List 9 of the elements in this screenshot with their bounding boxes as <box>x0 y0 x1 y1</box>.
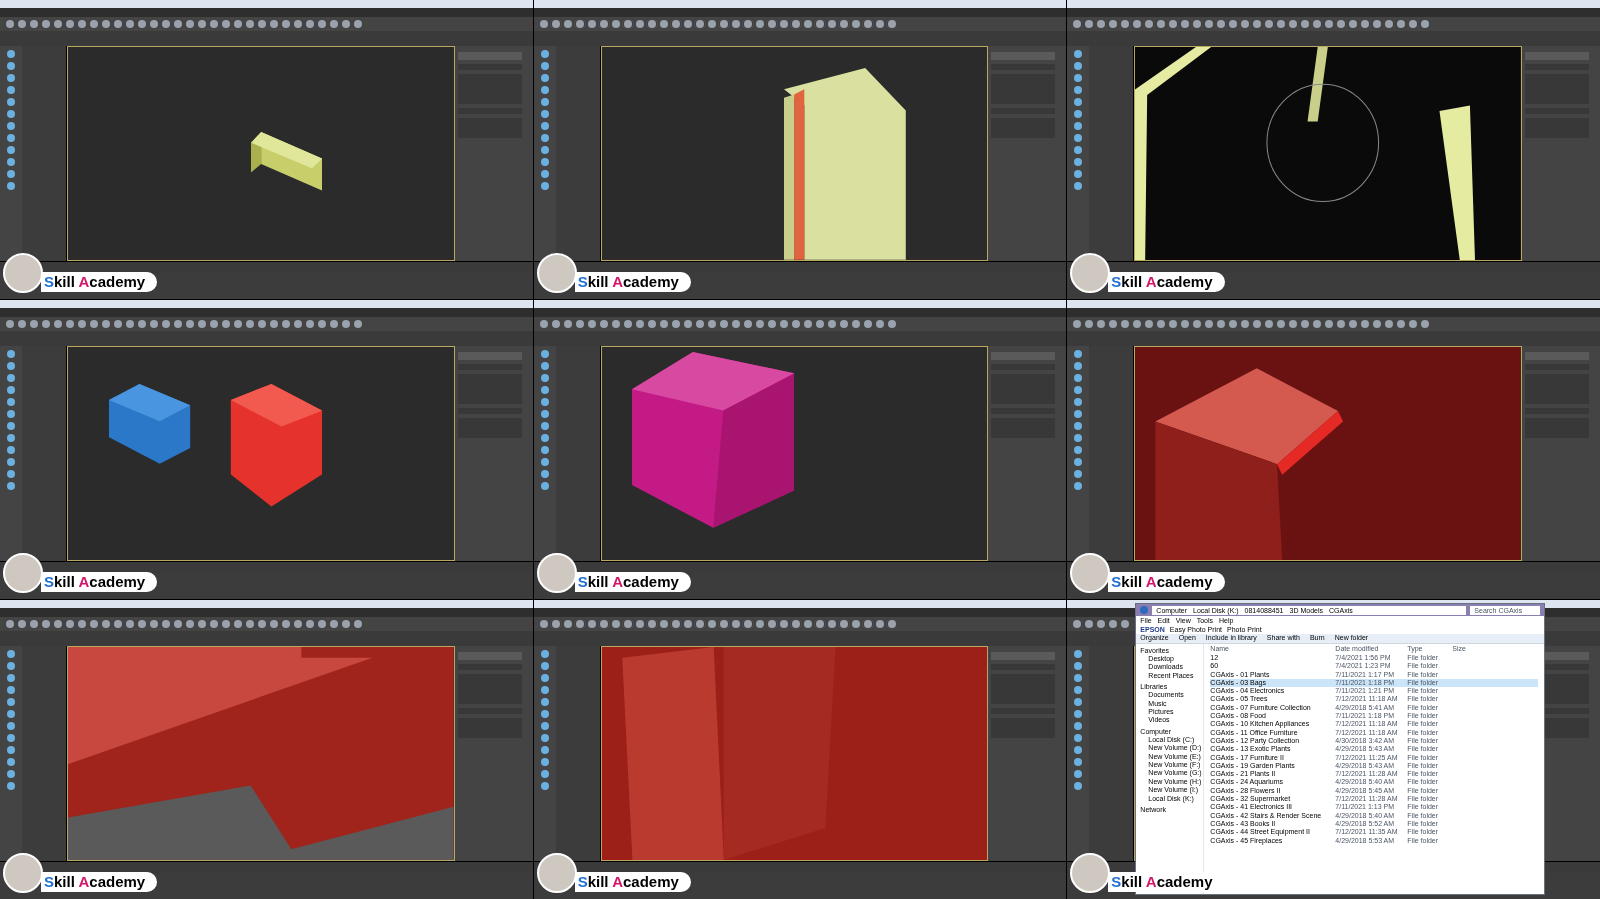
logo-text: Skill Academy <box>1108 572 1225 592</box>
logo-text: Skill Academy <box>41 572 158 592</box>
logo-text: Skill Academy <box>41 872 158 892</box>
3d-model-drawing <box>250 132 322 191</box>
logo-text: Skill Academy <box>574 872 691 892</box>
logo-text: Skill Academy <box>41 272 158 292</box>
logo-text: Skill Academy <box>574 572 691 592</box>
logo-text: Skill Academy <box>574 272 691 292</box>
logo-text: Skill Academy <box>1108 272 1225 292</box>
